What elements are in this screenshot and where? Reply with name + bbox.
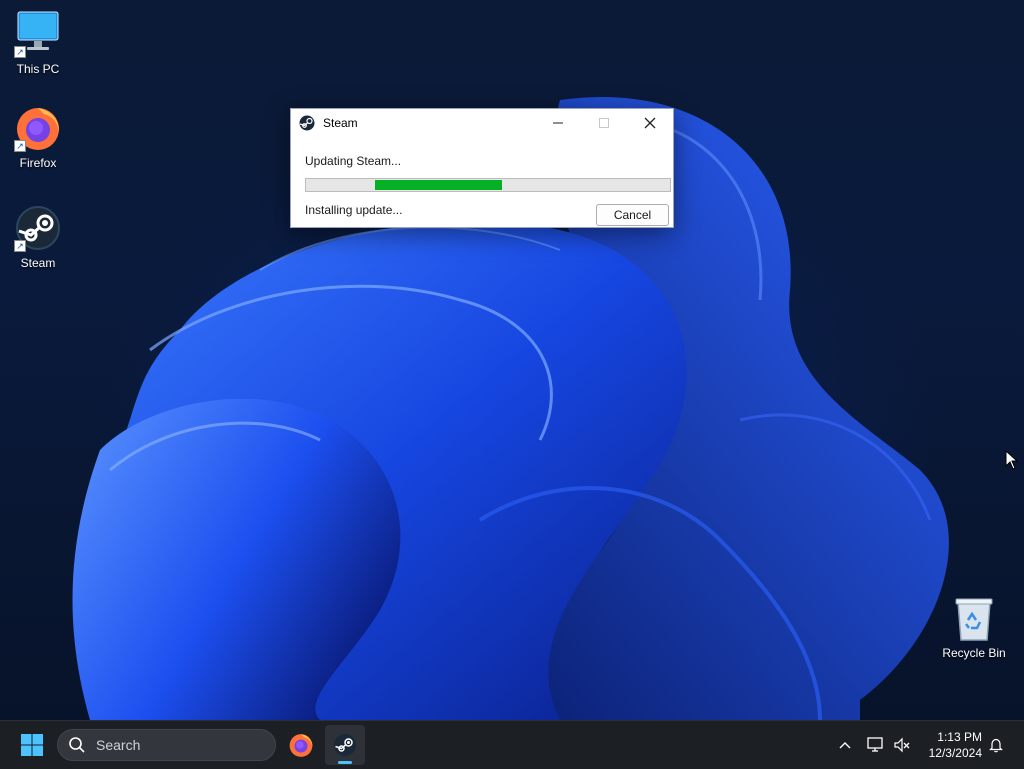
dialog-title: Steam [323,116,358,130]
mouse-cursor-icon [1005,450,1019,470]
steam-icon [334,734,356,756]
shortcut-arrow-icon: ↗ [14,46,26,58]
taskbar: Search 1:13 PM 12/3/2024 [0,720,1024,769]
close-button[interactable] [627,109,673,137]
steam-icon [299,115,315,131]
network-icon [867,737,883,752]
desktop-icon-label: Recycle Bin [942,646,1006,660]
desktop-icon-recycle-bin[interactable]: Recycle Bin [938,594,1010,660]
volume-button[interactable] [890,721,914,769]
progress-fill [375,180,502,190]
desktop-icon-label: This PC [16,62,60,76]
dialog-titlebar[interactable]: Steam [291,109,673,137]
update-progress-bar [305,178,671,192]
recycle-bin-icon [950,594,998,642]
network-button[interactable] [864,721,888,769]
active-app-indicator [338,761,352,764]
firefox-icon: ↗ [14,104,62,152]
taskbar-clock[interactable]: 1:13 PM 12/3/2024 [929,729,982,761]
cancel-button[interactable]: Cancel [596,204,669,226]
steam-update-dialog: Steam Updating Steam... Installing updat… [290,108,674,228]
steam-icon: ↗ [14,204,62,252]
clock-time: 1:13 PM [937,730,982,744]
notification-bell-icon [989,738,1003,753]
taskbar-search-box[interactable]: Search [57,729,276,761]
shortcut-arrow-icon: ↗ [14,140,26,152]
start-button[interactable] [12,725,52,765]
volume-muted-icon [894,737,910,753]
notifications-button[interactable] [984,721,1008,769]
desktop-icon-steam[interactable]: ↗ Steam [2,204,74,270]
desktop-icon-label: Steam [20,256,56,270]
maximize-icon [599,118,609,128]
show-hidden-icons-button[interactable] [834,721,856,769]
clock-date: 12/3/2024 [928,746,982,760]
minimize-button[interactable] [535,109,581,137]
desktop-icon-this-pc[interactable]: ↗ This PC [2,10,74,76]
taskbar-firefox-button[interactable] [281,725,321,765]
minimize-icon [553,122,563,124]
maximize-button [581,109,627,137]
chevron-up-icon [839,742,851,749]
desktop-icon-label: Firefox [19,156,57,170]
monitor-icon: ↗ [14,10,62,58]
search-placeholder: Search [96,737,141,753]
desktop-icon-firefox[interactable]: ↗ Firefox [2,104,74,170]
update-status-text: Updating Steam... [305,154,402,168]
search-icon [69,737,85,753]
windows-logo-icon [21,734,43,756]
shortcut-arrow-icon: ↗ [14,240,26,252]
taskbar-steam-button[interactable] [325,725,365,765]
update-substatus-text: Installing update... [305,203,403,217]
firefox-icon [289,734,313,757]
close-icon [644,117,656,129]
